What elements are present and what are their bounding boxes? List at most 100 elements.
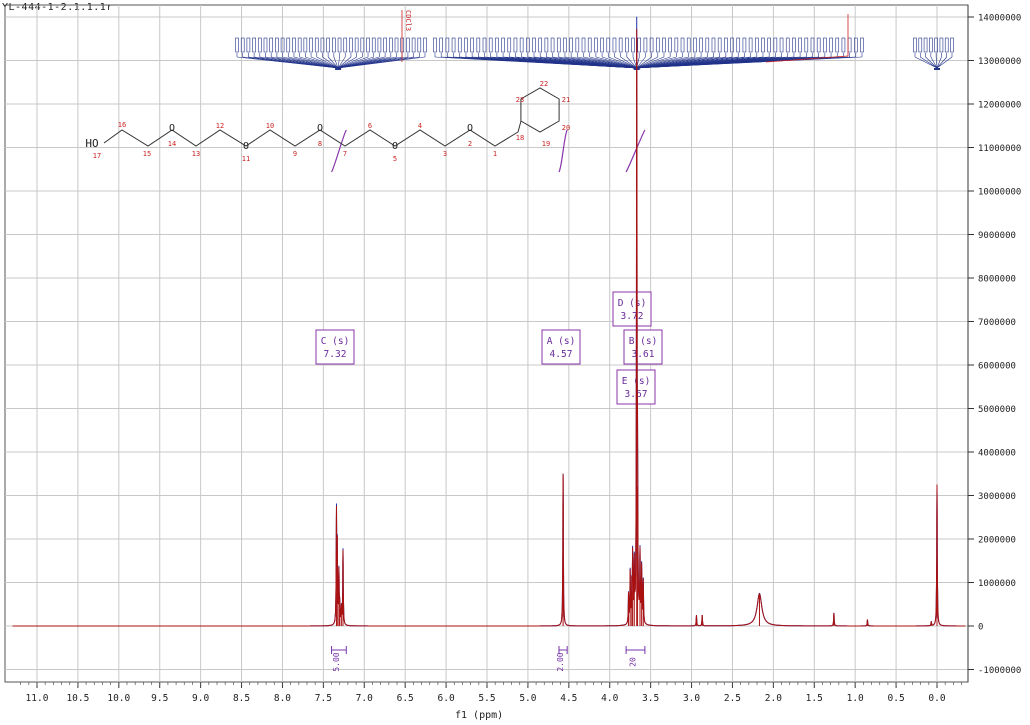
x-tick-label: 2.0 <box>765 693 782 704</box>
peak-label-glyph <box>263 37 268 53</box>
peak-label-glyph <box>550 37 555 53</box>
peak-label-glyph <box>457 37 462 53</box>
atom-label: 17 <box>93 152 101 160</box>
multiplet-shift: 7.32 <box>324 349 347 360</box>
peak-label-glyph <box>488 37 493 53</box>
x-tick-label: 5.5 <box>478 693 495 704</box>
peak-label-glyph <box>829 37 833 53</box>
x-tick-label: 5.0 <box>519 693 536 704</box>
x-tick-label: 11.0 <box>26 693 49 704</box>
peak-label-glyph <box>501 37 505 53</box>
atom-label: 23 <box>516 96 524 104</box>
peak-label-glyph <box>297 37 302 53</box>
x-tick-label: 9.0 <box>192 693 209 704</box>
peak-label-glyph <box>823 37 827 53</box>
peak-label-glyph <box>913 37 917 53</box>
y-tick-label: 10000000 <box>978 188 1021 198</box>
peak-label-glyph <box>423 37 427 53</box>
peak-label-glyph <box>556 37 561 53</box>
y-tick-label: 4000000 <box>978 449 1016 459</box>
x-tick-label: 1.5 <box>806 693 823 704</box>
y-tick-label: 12000000 <box>978 101 1021 111</box>
atom-label: O <box>317 123 323 134</box>
x-tick-label: 2.5 <box>724 693 741 704</box>
peak-label-glyph <box>736 37 741 53</box>
peak-label-glyph <box>643 37 648 53</box>
atom-label: O <box>169 123 175 134</box>
y-tick-label: 13000000 <box>978 57 1021 67</box>
peak-label-glyph <box>612 37 617 53</box>
peak-label-glyph <box>495 37 499 53</box>
atom-label: 2 <box>468 140 472 148</box>
peak-label-glyph <box>693 37 697 53</box>
peak-label-glyph <box>835 37 840 53</box>
integral-value: 2.00 <box>556 652 565 671</box>
peak-label-glyph <box>631 37 635 53</box>
peak-label-glyph <box>366 37 370 53</box>
peak-label-glyph <box>569 37 573 53</box>
atom-label: HO <box>85 137 98 150</box>
x-tick-label: 10.5 <box>66 693 89 704</box>
solvent-label: CDCl3 <box>404 10 412 31</box>
y-tick-label: 5000000 <box>978 405 1016 415</box>
atom-label: 14 <box>168 140 176 148</box>
peak-label-glyph <box>785 37 790 53</box>
peak-label-glyph <box>482 37 487 53</box>
peak-label-glyph <box>860 37 864 53</box>
peak-label-glyph <box>748 37 753 53</box>
y-tick-label: 8000000 <box>978 275 1016 285</box>
peak-label-glyph <box>754 37 759 53</box>
x-tick-label: 7.5 <box>315 693 332 704</box>
peak-label-glyph <box>761 37 765 53</box>
peak-label-glyph <box>246 37 251 53</box>
peak-label-glyph <box>451 37 456 53</box>
peak-label-glyph <box>309 37 313 53</box>
peak-label-glyph <box>406 37 410 53</box>
x-tick-label: 3.0 <box>683 693 700 704</box>
peak-label-glyph <box>235 37 239 53</box>
atom-label: 9 <box>293 150 297 158</box>
peak-label-glyph <box>286 37 291 53</box>
peak-label-glyph <box>417 37 422 53</box>
peak-label-glyph <box>354 37 359 53</box>
atom-label: 3 <box>443 150 447 158</box>
multiplet-label: A (s) <box>547 336 576 347</box>
atom-label: 10 <box>266 122 274 130</box>
atom-label: O <box>243 141 249 152</box>
peak-label-glyph <box>625 37 629 53</box>
y-tick-label: -1000000 <box>978 666 1021 676</box>
benzene-ring <box>520 87 560 133</box>
atom-label: 5 <box>393 155 397 163</box>
peak-label-glyph <box>841 37 846 53</box>
integral-curve <box>558 129 568 173</box>
x-tick-label: 0.5 <box>888 693 905 704</box>
peak-label-glyph <box>686 37 691 53</box>
x-tick-label: 7.0 <box>356 693 373 704</box>
peak-label-glyph <box>563 37 567 53</box>
peak-label-glyph <box>711 37 716 53</box>
molecule-chain <box>103 129 519 147</box>
peak-label-leader <box>920 56 938 69</box>
peak-label-glyph <box>464 37 468 53</box>
peak-label-glyph <box>389 37 393 53</box>
peak-label-leader <box>936 56 947 69</box>
peak-label-glyph <box>939 37 944 53</box>
peak-label-glyph <box>343 37 348 53</box>
multiplet-shift: 3.72 <box>621 311 644 322</box>
peak-label-glyph <box>371 37 376 53</box>
atom-label: 13 <box>192 150 200 158</box>
peak-label-glyph <box>918 37 923 53</box>
nmr-spectrum-chart: -1000000 0 1000000 2000000 3000000 4000000 500… <box>4 4 1021 704</box>
peak-label-glyph <box>470 37 474 53</box>
peak-label-glyph <box>581 37 586 53</box>
atom-label: 16 <box>118 121 126 129</box>
multiplet-label: C (s) <box>321 336 350 347</box>
y-tick-label: 3000000 <box>978 492 1016 502</box>
peak-label-glyph <box>950 37 954 53</box>
x-tick-label: 9.5 <box>151 693 168 704</box>
atom-label: O <box>392 141 398 152</box>
atom-label: 4 <box>418 122 422 130</box>
atom-label: 18 <box>516 134 524 142</box>
peak-label-glyph <box>724 37 728 53</box>
peak-label-glyph <box>292 37 296 53</box>
